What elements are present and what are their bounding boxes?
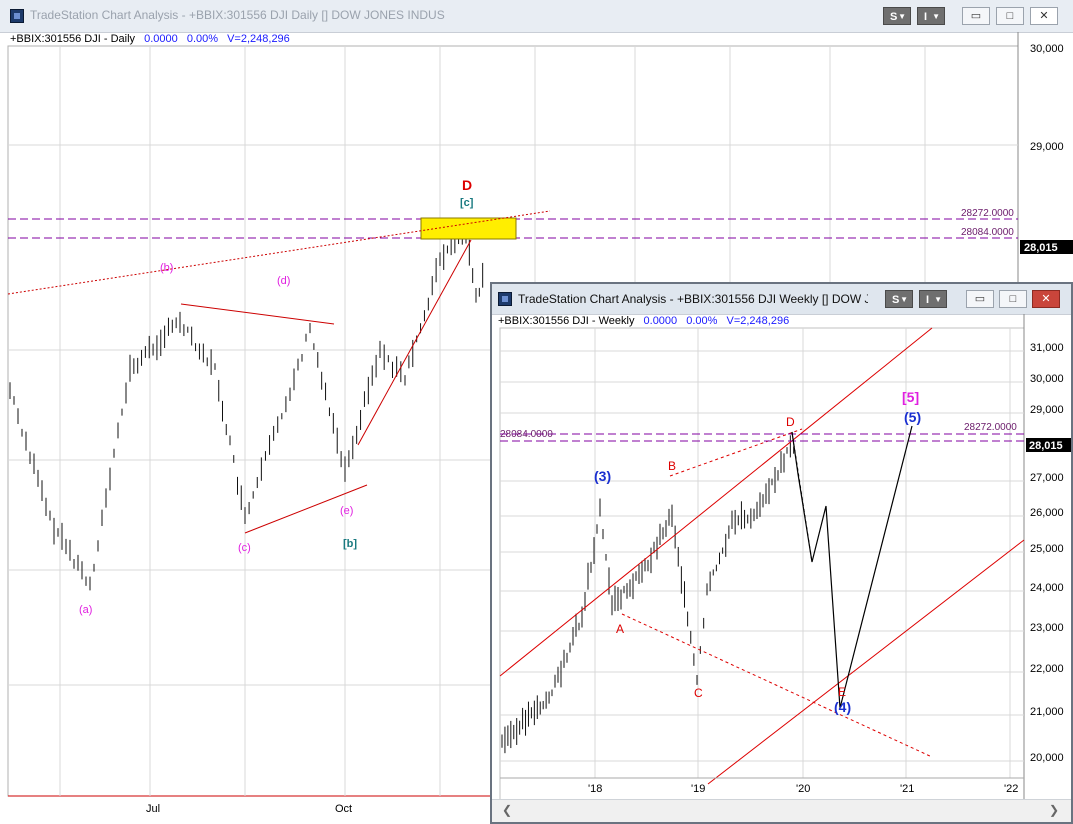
weekly-price-tick: 31,000 [1030,342,1064,354]
weekly-close-button[interactable]: ✕ [1032,290,1060,308]
weekly-channel-upper-line[interactable] [499,327,933,677]
weekly-maximize-button[interactable]: □ [999,290,1027,308]
weekly-price-tick: 30,000 [1030,373,1064,385]
weekly-price-bars [501,435,795,754]
daily-wave-label-b: (b) [160,262,173,274]
scroll-left-icon[interactable]: ❮ [502,803,512,817]
daily-triangle-upper-line[interactable] [180,303,335,325]
daily-wave-label-e: (e) [340,505,353,517]
daily-price-tick: 30,000 [1030,43,1064,55]
weekly-price-tick: 26,000 [1030,507,1064,519]
weekly-channel-lower-line[interactable] [707,539,1025,785]
weekly-time-label: '19 [691,783,705,795]
weekly-minimize-button[interactable]: ▭ [966,290,994,308]
close-icon: ✕ [1041,293,1051,305]
daily-level-low-label: 28084.0000 [961,227,1014,238]
daily-wave-label-c: (c) [238,542,251,554]
weekly-price-tick: 24,000 [1030,582,1064,594]
weekly-chart-window: TradeStation Chart Analysis - +BBIX:3015… [490,282,1073,824]
tradestation-app-icon [498,292,512,306]
weekly-gridlines [500,328,1024,778]
daily-wave-c-line[interactable] [357,239,472,446]
weekly-window-title: TradeStation Chart Analysis - +BBIX:3015… [518,292,868,306]
dropdown-arrow-icon: ▼ [900,295,908,304]
weekly-s-menu-button[interactable]: S ▼ [885,290,913,308]
daily-level-high-label: 28272.0000 [961,208,1014,219]
weekly-price-tick: 21,000 [1030,706,1064,718]
weekly-time-label: '22 [1004,783,1018,795]
weekly-last-price: 28,015 [1029,440,1063,452]
weekly-horizontal-scrollbar[interactable]: ❮ ❯ [492,799,1071,822]
weekly-price-tick: 25,000 [1030,543,1064,555]
weekly-price-tick: 27,000 [1030,472,1064,484]
weekly-titlebar[interactable]: TradeStation Chart Analysis - +BBIX:3015… [492,284,1071,315]
daily-last-price: 28,015 [1024,242,1058,254]
weekly-price-tick: 23,000 [1030,622,1064,634]
daily-wave-label-a: (a) [79,604,92,616]
maximize-icon: □ [1009,293,1017,305]
weekly-wave-label-5: (5) [904,409,921,425]
daily-time-label: Jul [146,803,160,815]
weekly-time-label: '18 [588,783,602,795]
weekly-price-chart[interactable]: 28272.0000 28084.0000 (3) B A C D E (4) … [492,314,1071,822]
weekly-time-label: '20 [796,783,810,795]
daily-wave-label-b-bracket: [b] [343,538,357,550]
minimize-icon: ▭ [974,293,986,305]
weekly-wave-label-5-bracket: [5] [902,389,919,405]
weekly-price-tick: 22,000 [1030,663,1064,675]
daily-price-bars [9,227,484,591]
weekly-plot-frame [499,327,1025,807]
dropdown-arrow-icon: ▼ [934,295,942,304]
weekly-price-tick: 20,000 [1030,752,1064,764]
weekly-time-label: '21 [900,783,914,795]
daily-price-tick: 29,000 [1030,141,1064,153]
scroll-right-icon[interactable]: ❯ [1049,803,1059,817]
weekly-price-tick: 29,000 [1030,404,1064,416]
weekly-dotted-base-line[interactable] [621,613,933,758]
weekly-level-high-label: 28272.0000 [964,422,1017,433]
daily-wave-label-c-bracket: [c] [460,197,474,209]
weekly-wave-label-E: E [838,685,846,699]
daily-wave-label-d: (d) [277,275,290,287]
weekly-wave-label-C: C [694,686,703,700]
weekly-i-menu-button[interactable]: I ▼ [919,290,947,308]
weekly-dotted-bd-line[interactable] [669,428,803,477]
weekly-projection-path[interactable] [791,425,913,709]
weekly-wave-label-B: B [668,459,676,473]
weekly-wave-label-D: D [786,415,795,429]
daily-time-label: Oct [335,803,352,815]
daily-wave-label-D: D [462,177,472,193]
weekly-wave-label-4: (4) [834,699,851,715]
weekly-level-low-label: 28084.0000 [500,429,553,440]
weekly-wave-label-A: A [616,622,624,636]
weekly-wave-label-3: (3) [594,468,611,484]
